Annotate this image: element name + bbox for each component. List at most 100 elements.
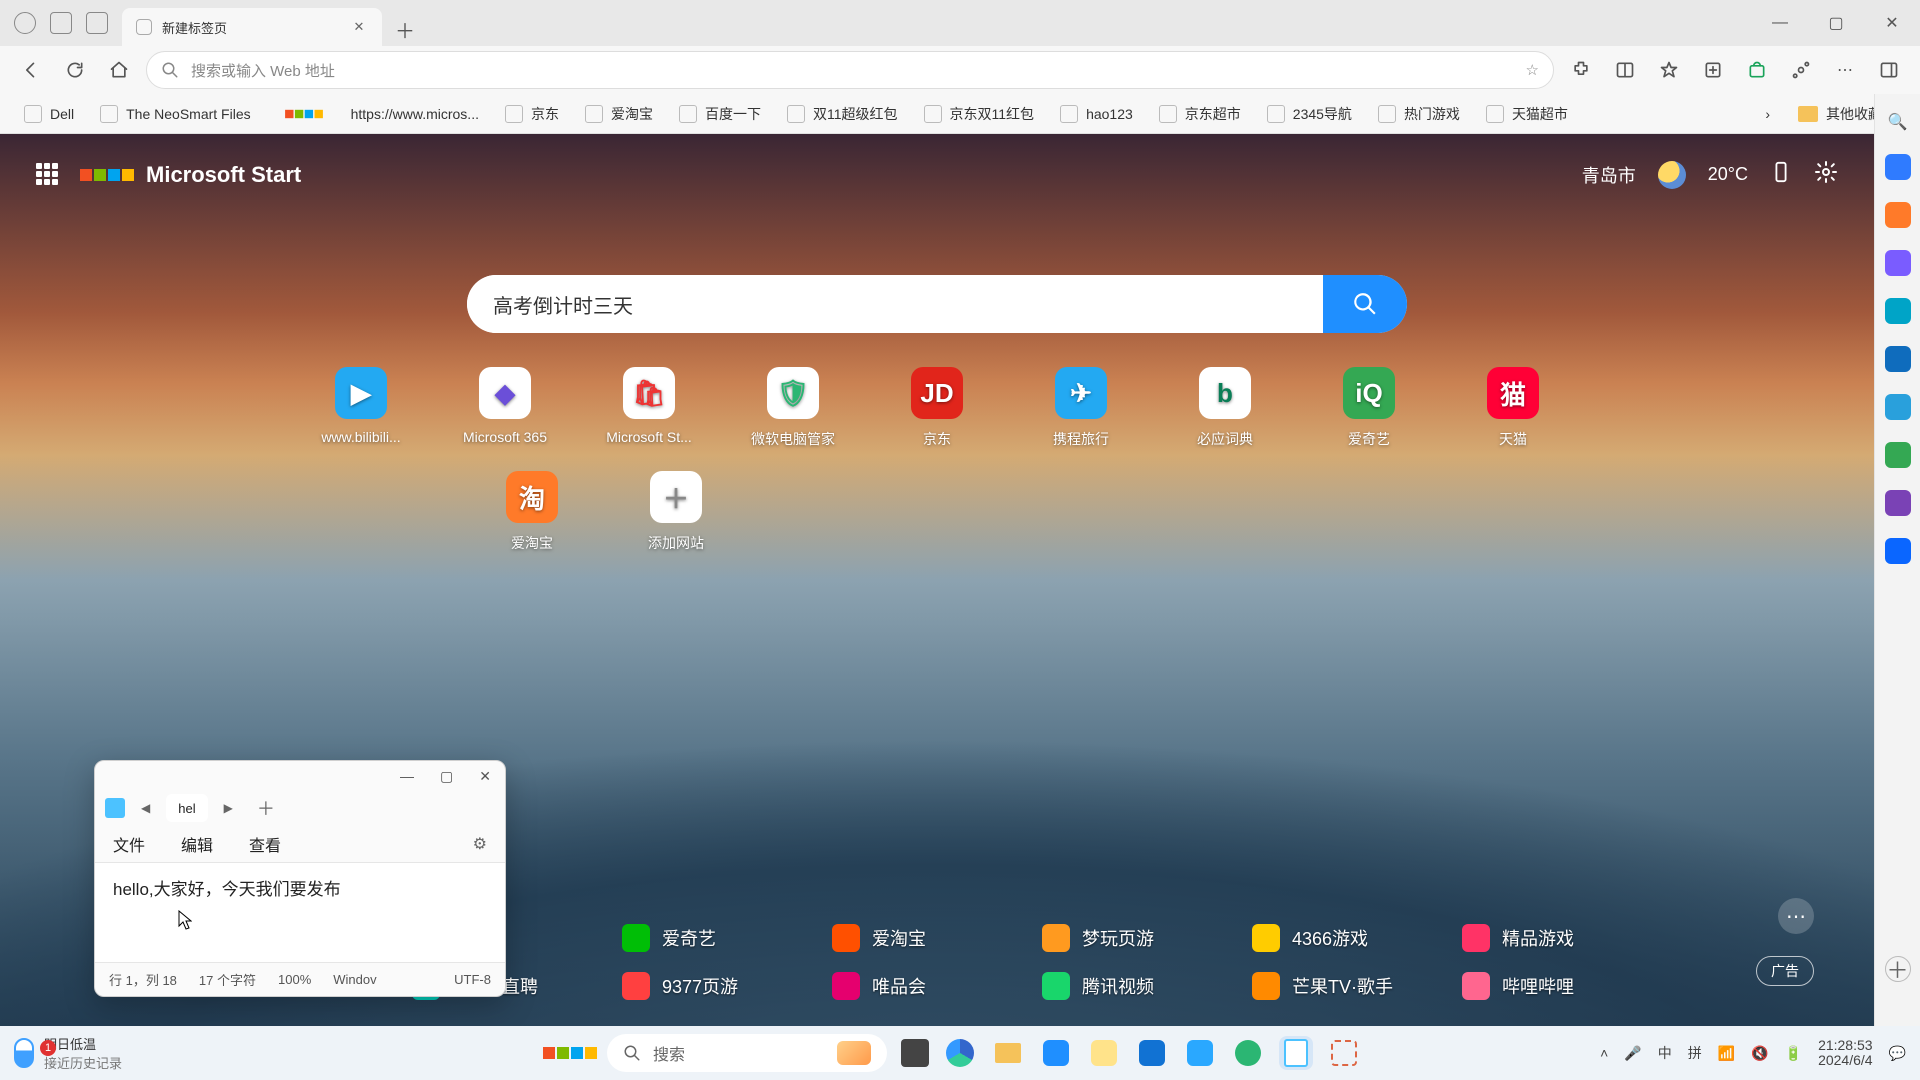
new-tab-button[interactable]: ＋ [388,12,422,46]
bookmark-item[interactable]: https://www.micros... [267,102,489,126]
tray-mic-icon[interactable]: 🎤 [1624,1045,1641,1062]
notepad-menu-edit[interactable]: 编辑 [181,832,213,856]
sidebar-app-icon[interactable] [1885,250,1911,276]
quick-link[interactable]: ◆Microsoft 365 [461,367,549,449]
page-settings-icon[interactable] [1814,160,1838,189]
task-view-button[interactable] [901,1039,929,1067]
bookmark-item[interactable]: 京东双11红包 [914,100,1045,128]
sidebar-outlook-icon[interactable] [1885,346,1911,372]
taskbar-app-edge[interactable] [943,1036,977,1070]
tab-actions-icon[interactable] [86,12,108,34]
quick-link[interactable]: iQ爱奇艺 [1325,367,1413,449]
extensions-icon[interactable] [1564,53,1598,87]
window-minimize-button[interactable]: ― [1752,0,1808,46]
refresh-button[interactable] [58,53,92,87]
weather-city[interactable]: 青岛市 [1582,162,1636,188]
tray-wifi-icon[interactable]: 📶 [1718,1045,1735,1062]
sidebar-app-icon[interactable] [1885,154,1911,180]
notepad-menu-file[interactable]: 文件 [113,832,145,856]
sidebar-app-icon[interactable] [1885,202,1911,228]
bookmark-item[interactable]: hao123 [1050,101,1143,127]
taskbar-app-icon[interactable] [1039,1036,1073,1070]
taskbar-search[interactable]: 搜索 [607,1034,887,1072]
promoted-link[interactable]: 4366游戏 [1252,924,1452,952]
sidebar-toggle-icon[interactable] [1872,53,1906,87]
taskbar-app-notepad[interactable] [1279,1036,1313,1070]
tray-overflow-chevron[interactable]: ˄ [1600,1045,1608,1061]
quick-link[interactable]: 猫天猫 [1469,367,1557,449]
bookmark-item[interactable]: 京东超市 [1149,100,1251,128]
more-menu-button[interactable]: ⋯ [1828,53,1862,87]
promoted-link[interactable]: 哔哩哔哩 [1462,972,1662,1000]
taskbar-app-snipping[interactable] [1327,1036,1361,1070]
split-screen-icon[interactable] [1608,53,1642,87]
app-launcher-icon[interactable] [36,163,60,187]
ntp-search-box[interactable] [467,275,1407,333]
taskbar-app-icon[interactable] [1183,1036,1217,1070]
bookmark-item[interactable]: 2345导航 [1257,100,1362,128]
quick-link[interactable]: 淘爱淘宝 [488,471,576,553]
promoted-link[interactable]: 梦玩页游 [1042,924,1242,952]
bookmark-item[interactable]: 天猫超市 [1476,100,1578,128]
notepad-maximize-button[interactable]: ▢ [440,768,453,785]
mobile-icon[interactable] [1770,158,1792,191]
back-button[interactable] [14,53,48,87]
promoted-link[interactable]: 芒果TV·歌手 [1252,972,1452,1000]
performance-icon[interactable] [1784,53,1818,87]
sidebar-add-icon[interactable]: ＋ [1885,956,1911,982]
profile-icon[interactable] [14,12,36,34]
favorites-icon[interactable] [1652,53,1686,87]
promoted-link[interactable]: 爱奇艺 [622,924,822,952]
taskbar-app-icon[interactable] [1087,1036,1121,1070]
notepad-menu-view[interactable]: 查看 [249,832,281,856]
sidebar-onenote-icon[interactable] [1885,490,1911,516]
bookmark-item[interactable]: The NeoSmart Files [90,101,260,127]
quick-link[interactable]: 🛡微软电脑管家 [749,367,837,449]
promoted-link[interactable]: 唯品会 [832,972,1032,1000]
taskbar-app-explorer[interactable] [991,1036,1025,1070]
bookmarks-overflow-chevron[interactable]: › [1765,106,1770,122]
more-links-button[interactable]: ⋯ [1778,898,1814,934]
sidebar-search-icon[interactable]: 🔍 [1888,112,1908,132]
collections-icon[interactable] [1696,53,1730,87]
notepad-text-area[interactable]: hello,大家好，今天我们要发布 [95,863,505,962]
tab-close-button[interactable]: ✕ [350,19,368,35]
bookmark-item[interactable]: 双11超级红包 [777,100,908,128]
quick-link[interactable]: ✈携程旅行 [1037,367,1125,449]
taskbar-weather-widget[interactable]: 1 明日低温接近历史记录 [14,1034,122,1072]
sidebar-app-icon[interactable] [1885,538,1911,564]
bookmark-item[interactable]: 京东 [495,100,569,128]
tray-ime-mode[interactable]: 拼 [1688,1043,1702,1063]
notepad-minimize-button[interactable]: ― [400,768,414,784]
notepad-settings-icon[interactable]: ⚙ [473,834,487,854]
shopping-icon[interactable] [1740,53,1774,87]
quick-link[interactable]: ▶www.bilibili... [317,367,405,449]
tray-notifications-icon[interactable]: 💬 [1889,1045,1906,1062]
quick-link[interactable]: 🛍Microsoft St... [605,367,693,449]
tray-battery-icon[interactable]: 🔋 [1785,1045,1802,1062]
home-button[interactable] [102,53,136,87]
notepad-tab-next[interactable]: ▶ [218,801,239,815]
quick-link[interactable]: b必应词典 [1181,367,1269,449]
promoted-link[interactable]: 9377页游 [622,972,822,1000]
address-bar[interactable]: 搜索或输入 Web 地址 ☆ [146,51,1554,89]
browser-tab[interactable]: 新建标签页 ✕ [122,8,382,46]
notepad-tab-prev[interactable]: ◀ [135,801,156,815]
sidebar-app-icon[interactable] [1885,442,1911,468]
quick-link[interactable]: JD京东 [893,367,981,449]
ntp-search-input[interactable] [467,275,1323,333]
bookmark-item[interactable]: Dell [14,101,84,127]
notepad-tab[interactable]: hel [166,794,207,822]
tray-clock[interactable]: 21:28:53 2024/6/4 [1818,1038,1873,1069]
window-close-button[interactable]: ✕ [1864,0,1920,46]
promoted-link[interactable]: 爱淘宝 [832,924,1032,952]
bookmark-item[interactable]: 爱淘宝 [575,100,663,128]
taskbar-app-edge-canary[interactable] [1231,1036,1265,1070]
sidebar-app-icon[interactable] [1885,298,1911,324]
promoted-link[interactable]: 精品游戏 [1462,924,1662,952]
tray-volume-icon[interactable]: 🔇 [1751,1045,1768,1062]
ntp-search-button[interactable] [1323,275,1407,333]
workspaces-icon[interactable] [50,12,72,34]
favorite-star-icon[interactable]: ☆ [1526,61,1539,79]
window-maximize-button[interactable]: ▢ [1808,0,1864,46]
